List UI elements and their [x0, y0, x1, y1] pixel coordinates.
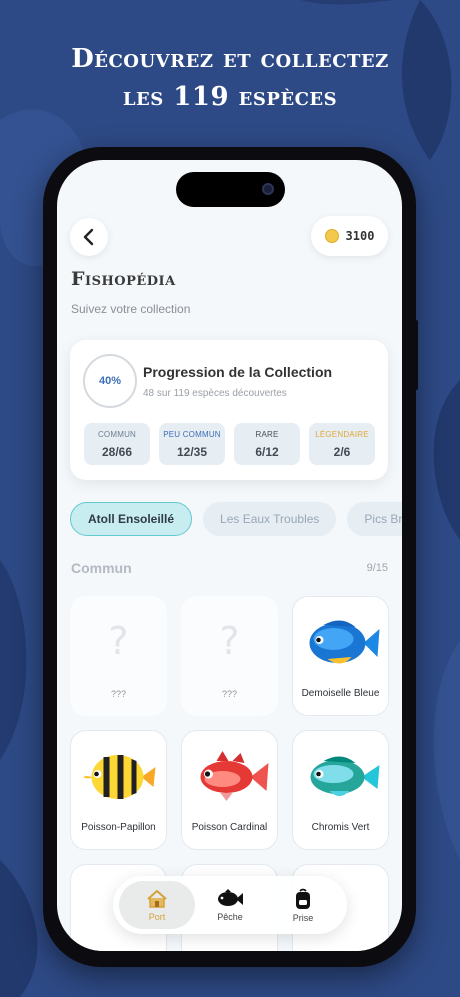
phone-side-button: [414, 320, 418, 390]
rarity-label: LÉGENDAIRE: [315, 429, 369, 439]
rarity-label: PEU COMMUN: [163, 429, 221, 439]
coin-amount: 3100: [345, 229, 375, 243]
cardinalfish-icon: [200, 751, 269, 801]
bottom-navigation: Port Pêche Prise: [113, 876, 347, 934]
green-chromis-icon: [310, 756, 380, 796]
rarity-value: 28/66: [101, 444, 133, 459]
section-count: 9/15: [366, 562, 388, 574]
fish-name: Chromis Vert: [311, 822, 370, 833]
coin-balance[interactable]: 3100: [311, 216, 388, 256]
fish-name: Poisson Cardinal: [191, 822, 268, 833]
collection-progress-card: 40% Progression de la Collection 48 sur …: [70, 340, 388, 480]
fish-card-poisson-papillon[interactable]: Poisson-Papillon: [70, 730, 167, 850]
rarity-uncommon: PEU COMMUN 12/35: [159, 423, 225, 465]
progress-summary: 48 sur 119 espèces découvertes: [143, 388, 287, 399]
nav-label: Port: [148, 911, 166, 922]
tab-atoll-ensoleille[interactable]: Atoll Ensoleillé: [70, 502, 193, 536]
progress-ring: 40%: [83, 354, 137, 408]
progress-percent: 40%: [98, 375, 122, 387]
page-title: Fishopédia: [71, 268, 176, 290]
question-icon: ?: [108, 619, 129, 663]
promo-headline: Découvrez et collectez les 119 espèces: [0, 40, 460, 116]
rarity-rare: RARE 6/12: [234, 423, 300, 465]
question-icon: ?: [219, 619, 240, 663]
rarity-common: COMMUN 28/66: [84, 423, 150, 465]
nav-item-peche[interactable]: Pêche: [192, 881, 268, 929]
coin-icon: [324, 229, 339, 243]
blue-damselfish-icon: [309, 620, 380, 664]
rarity-label: COMMUN: [97, 429, 137, 439]
section-title: Commun: [71, 560, 132, 576]
nav-item-port[interactable]: Port: [119, 881, 195, 929]
fish-card-locked[interactable]: ? ???: [181, 596, 278, 716]
fish-card-chromis-vert[interactable]: Chromis Vert: [292, 730, 389, 850]
nav-label: Pêche: [217, 911, 243, 922]
fish-name: Demoiselle Bleue: [301, 688, 380, 699]
camera-icon: [262, 183, 274, 195]
rarity-stats: COMMUN 28/66 PEU COMMUN 12/35 RARE 6/12 …: [84, 423, 375, 465]
tab-pics-braises[interactable]: Pics Braisés: [347, 502, 402, 536]
promo-headline-line1: Découvrez et collectez: [71, 44, 389, 74]
rarity-label: RARE: [255, 429, 279, 439]
rarity-value: 6/12: [255, 444, 279, 459]
dynamic-island: [176, 172, 285, 207]
butterflyfish-icon: [83, 755, 156, 799]
page-subtitle: Suivez votre collection: [71, 302, 191, 316]
fish-name: Poisson-Papillon: [81, 822, 156, 833]
fish-name: ???: [221, 689, 238, 699]
nav-item-prise[interactable]: Prise: [265, 881, 341, 929]
chevron-left-icon: [83, 228, 94, 246]
fish-name: ???: [110, 689, 127, 699]
tab-les-eaux-troubles[interactable]: Les Eaux Troubles: [203, 502, 337, 536]
progress-title: Progression de la Collection: [143, 364, 333, 380]
app-screen: 3100 Fishopédia Suivez votre collection …: [57, 160, 402, 951]
house-icon: [147, 889, 167, 908]
fish-card-locked[interactable]: ? ???: [70, 596, 167, 716]
promo-headline-line2: les 119 espèces: [122, 82, 338, 112]
fish-card-demoiselle-bleue[interactable]: Demoiselle Bleue: [292, 596, 389, 716]
rarity-legendary: LÉGENDAIRE 2/6: [309, 423, 375, 465]
rarity-value: 2/6: [333, 444, 351, 459]
back-button[interactable]: [70, 218, 108, 256]
backpack-icon: [296, 888, 310, 909]
fish-icon: [218, 888, 243, 906]
nav-label: Prise: [292, 912, 314, 923]
rarity-value: 12/35: [176, 444, 208, 459]
fish-card-poisson-cardinal[interactable]: Poisson Cardinal: [181, 730, 278, 850]
zone-tabs: Atoll Ensoleillé Les Eaux Troubles Pics …: [70, 502, 402, 536]
